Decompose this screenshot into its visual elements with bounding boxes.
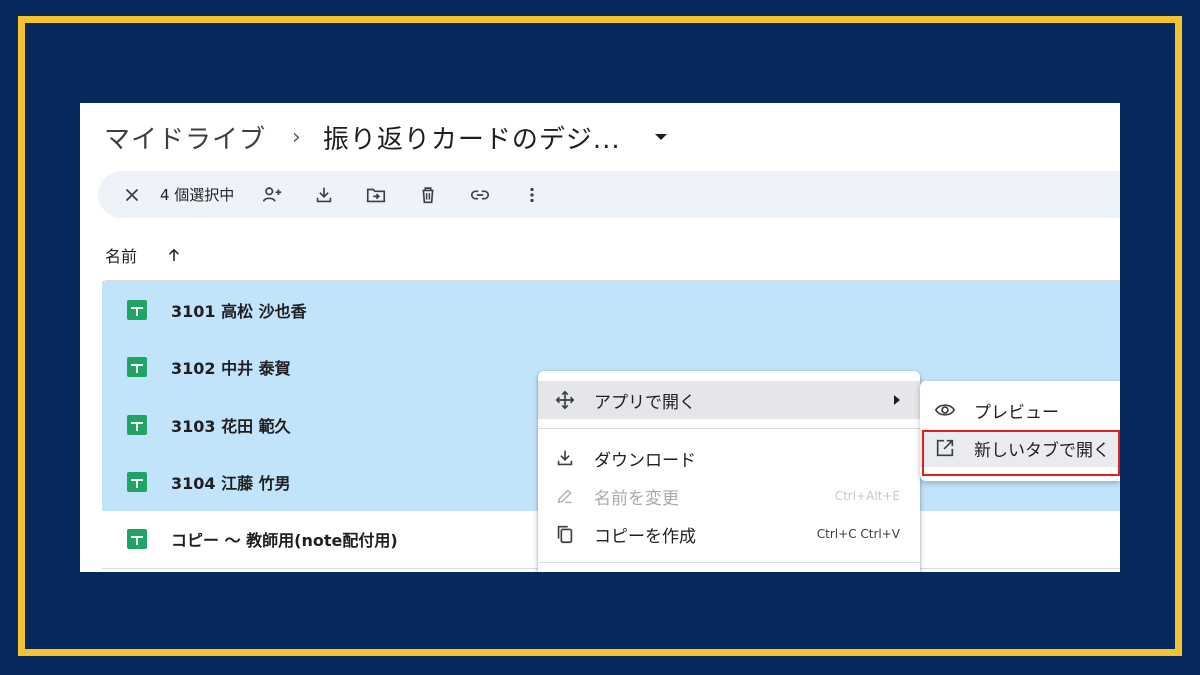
share-button[interactable] xyxy=(252,175,292,215)
trash-icon xyxy=(422,186,434,203)
chevron-down-icon[interactable] xyxy=(654,134,667,140)
file-name: 3103 花田 範久 xyxy=(171,416,291,436)
menu-label-open-with: アプリで開く xyxy=(594,392,696,413)
file-name: 3104 江藤 竹男 xyxy=(171,474,291,494)
move-icon xyxy=(367,188,386,202)
download-icon xyxy=(554,447,576,469)
pencil-icon xyxy=(554,485,576,507)
move-arrows-icon xyxy=(554,389,576,411)
menu-divider xyxy=(538,428,920,429)
spreadsheet-icon xyxy=(127,414,147,435)
close-icon xyxy=(125,188,139,201)
eye-icon xyxy=(934,399,956,421)
breadcrumb: マイドライブ › 振り返りカードのデジ... xyxy=(104,113,667,161)
arrow-up-icon[interactable] xyxy=(165,246,183,264)
copy-link-button[interactable] xyxy=(460,175,500,215)
shortcut-rename: Ctrl+Alt+E xyxy=(834,489,900,503)
download-button[interactable] xyxy=(304,175,344,215)
selection-toolbar: 4 個選択中 xyxy=(98,171,1120,218)
menu-item-rename[interactable]: 名前を変更 Ctrl+Alt+E xyxy=(538,477,920,515)
file-name: 3102 中井 泰賀 xyxy=(171,359,291,379)
breadcrumb-current-folder[interactable]: 振り返りカードのデジ... xyxy=(323,119,621,156)
menu-label-make-copy: コピーを作成 xyxy=(594,526,696,547)
column-header-name[interactable]: 名前 xyxy=(105,243,183,267)
menu-item-open-with[interactable]: アプリで開く xyxy=(538,381,920,419)
spreadsheet-icon xyxy=(127,529,147,550)
move-button[interactable] xyxy=(356,175,396,215)
spreadsheet-icon xyxy=(127,357,147,378)
breadcrumb-separator: › xyxy=(292,124,301,150)
share-icon xyxy=(263,186,282,202)
column-label-name: 名前 xyxy=(105,247,138,266)
more-actions-button[interactable] xyxy=(512,175,552,215)
drive-screenshot: マイドライブ › 振り返りカードのデジ... 4 個選択中 名前 3101 高松… xyxy=(80,103,1120,572)
context-menu: アプリで開く ダウンロード 名前を変更 Ctrl+Alt+E コピーを作成 Ct… xyxy=(538,371,920,572)
annotation-highlight-box xyxy=(922,430,1120,476)
file-name: 3101 高松 沙也香 xyxy=(171,301,307,321)
submenu-label-preview: プレビュー xyxy=(974,402,1059,423)
file-row[interactable]: 3101 高松 沙也香 xyxy=(102,281,1120,339)
spreadsheet-icon xyxy=(127,472,147,493)
download-icon xyxy=(317,187,332,202)
submenu-item-preview[interactable]: プレビュー xyxy=(920,391,1120,429)
breadcrumb-my-drive[interactable]: マイドライブ xyxy=(104,119,266,156)
menu-item-download[interactable]: ダウンロード xyxy=(538,439,920,477)
selected-count: 4 個選択中 xyxy=(160,186,235,204)
spreadsheet-icon xyxy=(127,299,147,320)
copy-icon xyxy=(554,523,576,545)
shortcut-make-copy: Ctrl+C Ctrl+V xyxy=(816,527,900,541)
menu-label-rename: 名前を変更 xyxy=(594,488,679,509)
menu-label-download: ダウンロード xyxy=(594,450,696,471)
chevron-right-icon xyxy=(894,395,900,405)
more-vert-icon xyxy=(530,187,534,202)
menu-divider xyxy=(538,562,920,563)
file-name: コピー ～ 教師用(note配付用) xyxy=(171,531,398,551)
link-icon xyxy=(471,190,490,199)
clear-selection-button[interactable] xyxy=(112,175,152,215)
menu-item-make-copy[interactable]: コピーを作成 Ctrl+C Ctrl+V xyxy=(538,515,920,553)
trash-button[interactable] xyxy=(408,175,448,215)
